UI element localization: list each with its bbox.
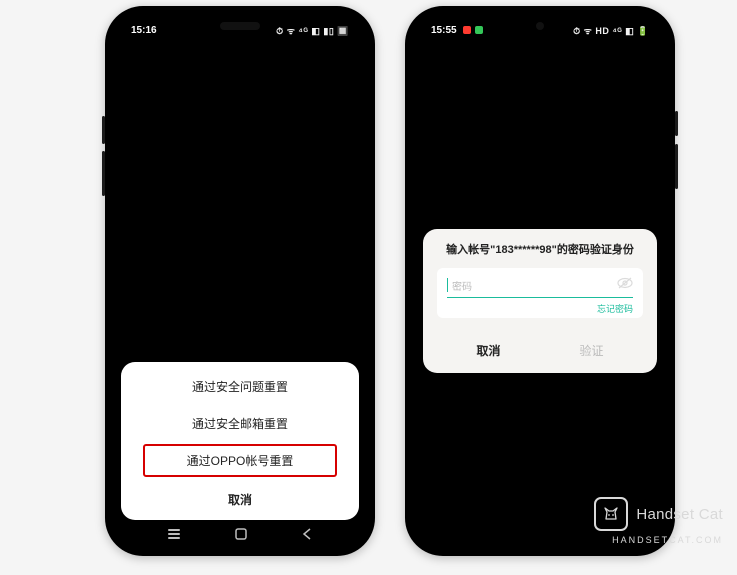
nav-home-icon[interactable] [235,528,247,540]
dialog-cancel-button[interactable]: 取消 [437,332,540,365]
watermark-name: Handset Cat [636,506,723,523]
dialog-confirm-button[interactable]: 验证 [540,332,643,365]
reset-option-security-email[interactable]: 通过安全邮箱重置 [121,405,359,442]
text-cursor [447,278,448,292]
status-time: 15:16 [131,25,157,36]
android-nav-bar [113,526,367,542]
side-button [675,111,678,136]
forgot-password-link[interactable]: 忘记密码 [447,302,633,315]
status-dot-green [475,26,483,34]
watermark-cat-icon [594,497,628,531]
watermark-url: HANDSETCAT.COM [612,535,723,545]
input-underline [447,297,633,298]
dialog-buttons: 取消 验证 [437,332,643,365]
status-time: 15:55 [431,25,457,36]
status-tray: ⏱ ᯤ HD ⁴ᴳ ◧ 🔋 [573,24,649,37]
password-visibility-icon[interactable] [617,276,633,294]
dialog-title: 输入帐号"183******98"的密码验证身份 [437,243,643,268]
side-button [102,151,105,196]
password-input[interactable]: 密码 [447,277,633,293]
phone-left: 15:16 ⏱ ᯤ ⁴ᴳ ◧ ▮▯ 🔲 通过安全问题重置 通过安全邮箱重置 通过… [105,6,375,556]
status-recording-dots [463,26,483,34]
password-verify-dialog: 输入帐号"183******98"的密码验证身份 密码 忘记密码 取消 验证 [423,229,657,373]
phone-right: 15:55 ⏱ ᯤ HD ⁴ᴳ ◧ 🔋 输入帐号"183******98"的密码… [405,6,675,556]
status-tray: ⏱ ᯤ ⁴ᴳ ◧ ▮▯ 🔲 [276,24,349,37]
side-button [102,116,105,144]
notch [220,22,260,30]
side-button [675,144,678,189]
reset-option-security-question[interactable]: 通过安全问题重置 [121,368,359,405]
punch-hole [536,22,544,30]
dialog-account: 183******98 [495,244,551,256]
screen-left: 15:16 ⏱ ᯤ ⁴ᴳ ◧ ▮▯ 🔲 通过安全问题重置 通过安全邮箱重置 通过… [113,14,367,548]
screen-right: 15:55 ⏱ ᯤ HD ⁴ᴳ ◧ 🔋 输入帐号"183******98"的密码… [413,14,667,548]
status-dot-red [463,26,471,34]
reset-action-sheet: 通过安全问题重置 通过安全邮箱重置 通过OPPO帐号重置 取消 [121,362,359,520]
nav-recent-icon[interactable] [168,529,180,539]
nav-back-icon[interactable] [302,528,312,540]
password-placeholder: 密码 [452,278,472,293]
reset-option-oppo-account[interactable]: 通过OPPO帐号重置 [143,444,337,477]
cancel-button[interactable]: 取消 [121,479,359,518]
password-field-wrapper: 密码 忘记密码 [437,268,643,318]
watermark: Handset Cat [594,497,723,531]
